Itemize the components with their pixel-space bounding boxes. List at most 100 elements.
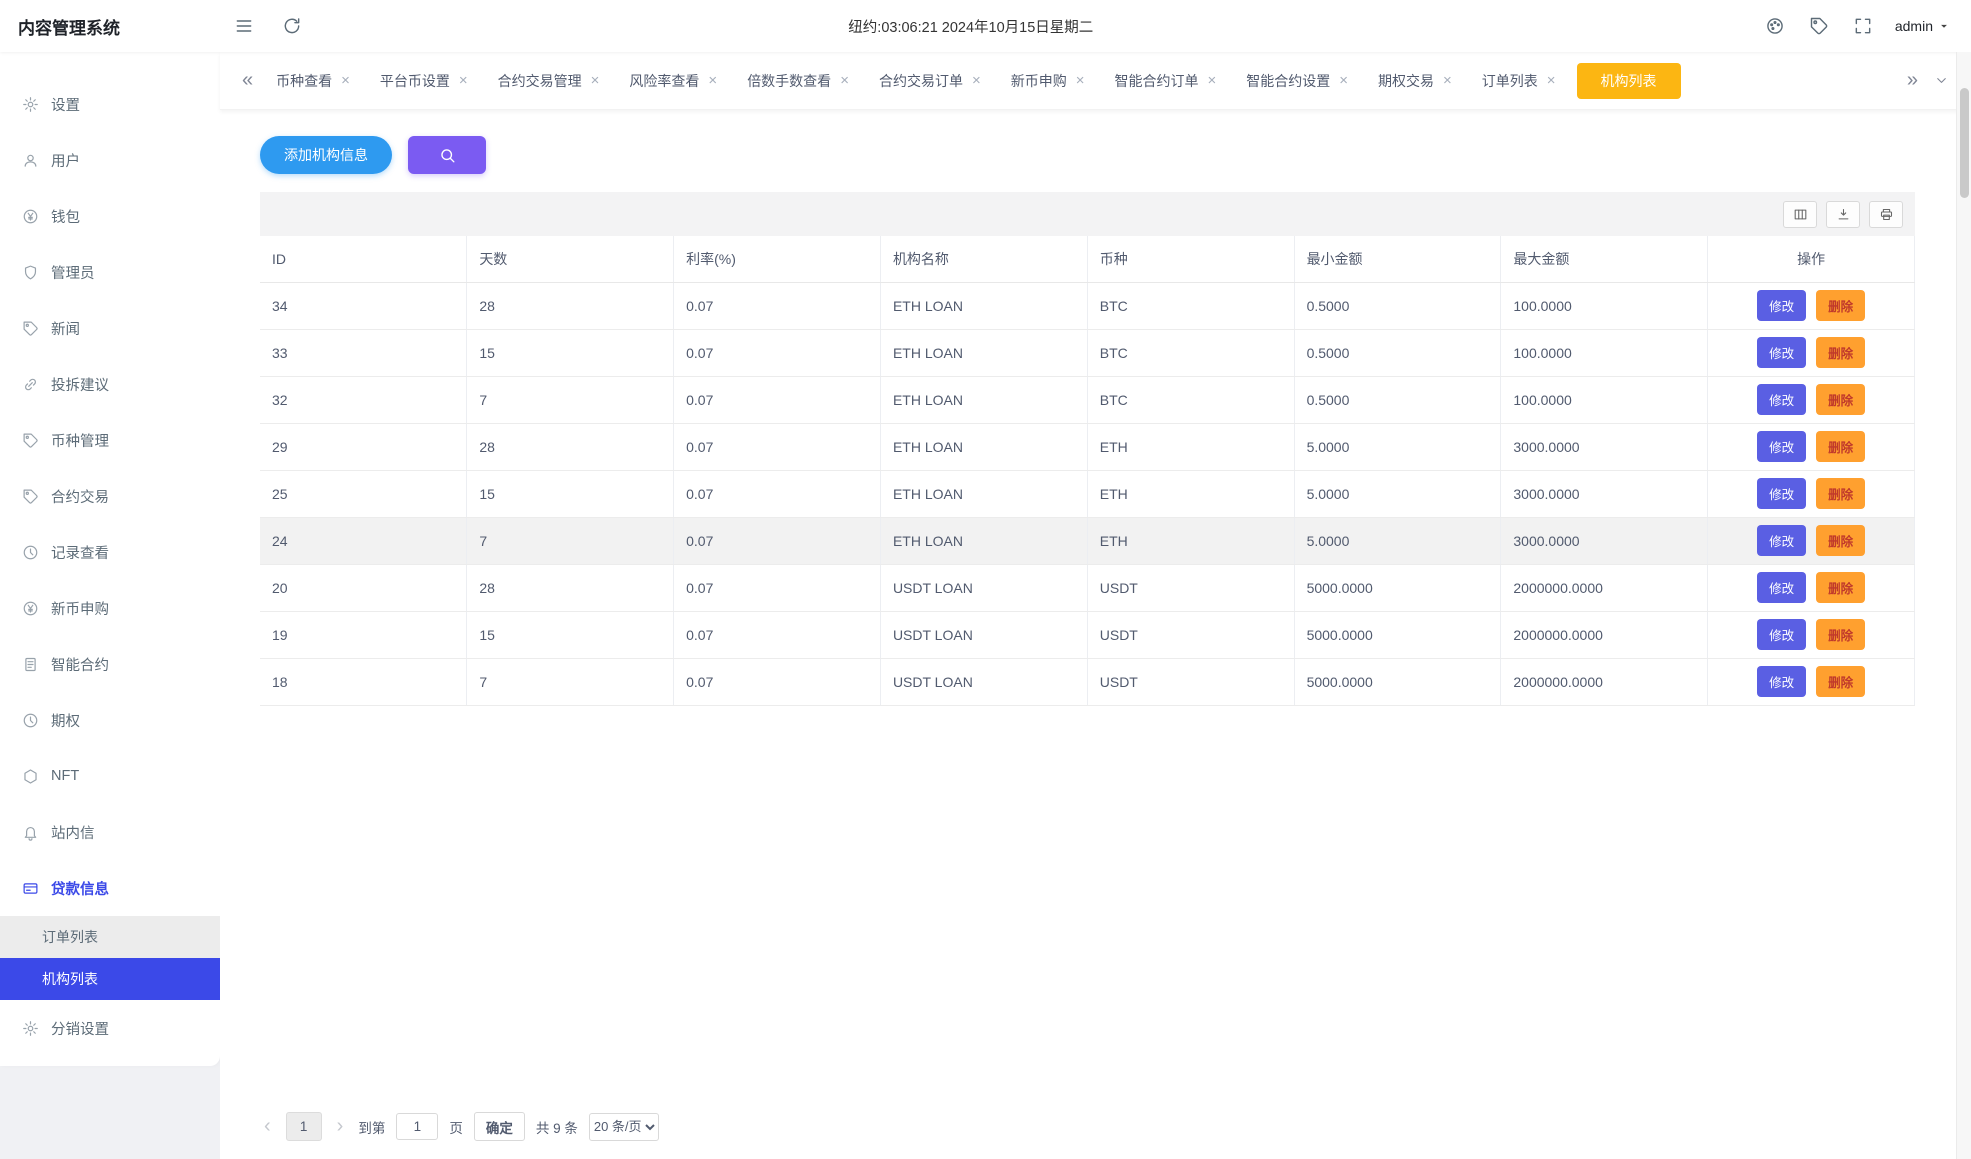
tab-4[interactable]: 风险率查看 × [614,63,732,99]
tab-label: 智能合约设置 [1246,72,1331,89]
tab-close-icon[interactable]: × [1076,73,1085,88]
tab-9[interactable]: 智能合约设置 × [1231,63,1363,99]
sidebar-item-link[interactable]: 投拆建议 [0,356,220,412]
sidebar-item-message[interactable]: 站内信 [0,804,220,860]
tabs-scroll-left-icon[interactable]: « [234,69,261,92]
sidebar-item-history[interactable]: 记录查看 [0,524,220,580]
sidebar-item-nft[interactable]: NFT [0,748,220,804]
tab-close-icon[interactable]: × [708,73,717,88]
delete-button[interactable]: 删除 [1816,572,1866,603]
sidebar-item-distribution[interactable]: 分销设置 [0,1000,220,1056]
sidebar-item-label: 智能合约 [51,657,109,674]
tab-close-icon[interactable]: × [459,73,468,88]
tab-close-icon[interactable]: × [972,73,981,88]
tab-close-icon[interactable]: × [341,73,350,88]
sidebar-item-shield[interactable]: 管理员 [0,244,220,300]
sidebar-item-coin[interactable]: 币种管理 [0,412,220,468]
confirm-button[interactable]: 确定 [473,1112,525,1141]
sidebar-item-smart-contract[interactable]: 智能合约 [0,636,220,692]
table-row[interactable]: 29 28 0.07 ETH LOAN ETH 5.0000 3000.0000 修改 删除 [260,423,1915,471]
sidebar-item-wallet[interactable]: 钱包 [0,188,220,244]
tab-close-icon[interactable]: × [1339,73,1348,88]
tab-12[interactable]: 机构列表 [1576,62,1681,99]
pagination: ‹ 1 › 到第 页 确定 共 9 条 20 条/页 [260,1112,659,1141]
edit-button[interactable]: 修改 [1757,525,1807,556]
tab-11[interactable]: 订单列表 × [1467,63,1571,99]
edit-button[interactable]: 修改 [1757,431,1807,462]
tabs-collapse-icon[interactable] [1926,73,1957,88]
edit-button[interactable]: 修改 [1757,290,1807,321]
goto-page-input[interactable] [396,1113,439,1140]
table-row[interactable]: 34 28 0.07 ETH LOAN BTC 0.5000 100.0000 修改 删除 [260,282,1915,330]
delete-button[interactable]: 删除 [1816,290,1866,321]
print-button[interactable] [1869,200,1903,228]
tab-close-icon[interactable]: × [1547,73,1556,88]
table-row[interactable]: 18 7 0.07 USDT LOAN USDT 5000.0000 2000000.000… [260,658,1915,706]
edit-button[interactable]: 修改 [1757,572,1807,603]
tab-close-icon[interactable]: × [840,73,849,88]
edit-button[interactable]: 修改 [1757,337,1807,368]
sidebar-item-label: 期权 [51,713,80,730]
prev-page-icon[interactable]: ‹ [260,1115,275,1138]
next-page-icon[interactable]: › [333,1115,348,1138]
table-row[interactable]: 32 7 0.07 ETH LOAN BTC 0.5000 100.0000 修改 删除 [260,376,1915,424]
table-row[interactable]: 20 28 0.07 USDT LOAN USDT 5000.0000 2000000.00… [260,564,1915,612]
page-size-select[interactable]: 20 条/页 [588,1112,659,1141]
edit-button[interactable]: 修改 [1757,666,1807,697]
table-row[interactable]: 25 15 0.07 ETH LOAN ETH 5.0000 3000.0000 修改 删除 [260,470,1915,518]
fullscreen-icon[interactable] [1853,16,1873,36]
page-scrollbar[interactable] [1956,52,1971,1159]
cell-max: 3000.0000 [1500,470,1709,518]
delete-button[interactable]: 删除 [1816,525,1866,556]
theme-icon[interactable] [1765,16,1785,36]
scrollbar-thumb[interactable] [1960,88,1969,198]
sidebar-item-gear[interactable]: 设置 [0,76,220,132]
sidebar-item-loan[interactable]: 贷款信息 [0,860,220,916]
delete-button[interactable]: 删除 [1816,666,1866,697]
columns-button[interactable] [1783,200,1817,228]
tab-2[interactable]: 平台币设置 × [365,63,483,99]
tag-icon[interactable] [1809,16,1829,36]
delete-button[interactable]: 删除 [1816,478,1866,509]
tab-5[interactable]: 倍数手数查看 × [732,63,864,99]
cell-name: USDT LOAN [880,564,1088,612]
collapse-menu-icon[interactable] [234,16,254,36]
add-institution-button[interactable]: 添加机构信息 [260,136,392,174]
table-row[interactable]: 19 15 0.07 USDT LOAN USDT 5000.0000 2000000.00… [260,611,1915,659]
cell-actions: 修改 删除 [1707,282,1915,330]
sidebar-item-option[interactable]: 期权 [0,692,220,748]
nft-icon [22,768,39,785]
table-row[interactable]: 24 7 0.07 ETH LOAN ETH 5.0000 3000.0000 修改 删除 [260,517,1915,565]
delete-button[interactable]: 删除 [1816,619,1866,650]
tab-3[interactable]: 合约交易管理 × [483,63,615,99]
export-button[interactable] [1826,200,1860,228]
tab-8[interactable]: 智能合约订单 × [1099,63,1231,99]
tab-7[interactable]: 新币申购 × [996,63,1100,99]
tabs-scroll-right-icon[interactable]: » [1899,69,1926,92]
edit-button[interactable]: 修改 [1757,384,1807,415]
delete-button[interactable]: 删除 [1816,384,1866,415]
sidebar-item-contract[interactable]: 合约交易 [0,468,220,524]
search-button[interactable] [408,136,486,174]
tab-10[interactable]: 期权交易 × [1363,63,1467,99]
sidebar-item-news[interactable]: 新闻 [0,300,220,356]
tab-close-icon[interactable]: × [1443,73,1452,88]
tab-1[interactable]: 币种查看 × [261,63,365,99]
refresh-icon[interactable] [282,16,302,36]
edit-button[interactable]: 修改 [1757,478,1807,509]
tab-close-icon[interactable]: × [591,73,600,88]
tab-6[interactable]: 合约交易订单 × [864,63,996,99]
edit-button[interactable]: 修改 [1757,619,1807,650]
cell-currency: BTC [1087,376,1295,424]
sidebar-item-subscribe[interactable]: 新币申购 [0,580,220,636]
cell-rate: 0.07 [673,658,881,706]
delete-button[interactable]: 删除 [1816,337,1866,368]
current-page[interactable]: 1 [285,1112,322,1141]
delete-button[interactable]: 删除 [1816,431,1866,462]
table-row[interactable]: 33 15 0.07 ETH LOAN BTC 0.5000 100.0000 修改 删除 [260,329,1915,377]
user-menu[interactable]: admin [1895,18,1951,34]
sidebar-subitem[interactable]: 订单列表 [0,916,220,958]
tab-close-icon[interactable]: × [1207,73,1216,88]
sidebar-subitem[interactable]: 机构列表 [0,958,220,1000]
sidebar-item-user[interactable]: 用户 [0,132,220,188]
